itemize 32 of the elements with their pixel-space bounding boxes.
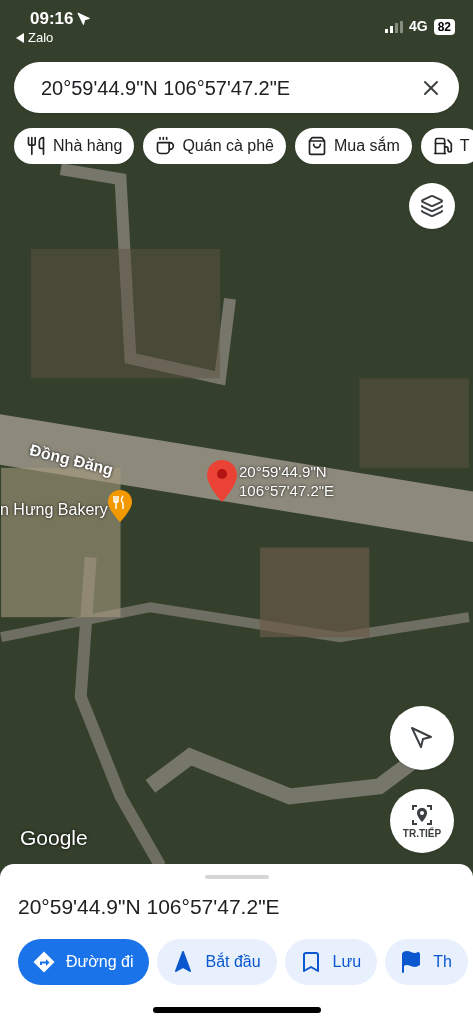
category-chip[interactable]: T (420, 128, 473, 164)
fork-knife-icon (26, 136, 46, 156)
map-attribution: Google (20, 825, 88, 851)
street-label: Đồng Đăng (27, 440, 116, 481)
pin-coordinate-label: 106°57'47.2"E (239, 481, 335, 500)
location-arrow-icon (77, 12, 92, 26)
restaurant-pin-icon (108, 490, 132, 522)
sheet-title: 20°59'44.9"N 106°57'47.2"E (18, 894, 281, 920)
sheet-handle[interactable] (204, 875, 269, 879)
action-button[interactable]: Bắt đầu (157, 938, 277, 985)
pin-coordinate-label: 20°59'44.9"N (239, 462, 328, 481)
network-label: 4G (408, 17, 428, 36)
category-chip[interactable]: Quán cà phê (143, 128, 286, 164)
shopping-bag-icon (307, 136, 327, 156)
directions-icon (32, 949, 56, 974)
action-button[interactable]: Lưu (284, 938, 378, 985)
cup-icon (155, 136, 176, 156)
framed-pin-icon (410, 802, 434, 827)
action-button[interactable]: Đường đi (18, 938, 150, 985)
category-chip[interactable]: Mua sắm (295, 128, 412, 164)
signal-icon (384, 20, 403, 33)
layers-icon (420, 194, 444, 218)
place-label: n Hưng Bakery (0, 500, 108, 520)
category-chip[interactable]: Nhà hàng (14, 128, 135, 164)
navigation-arrow-icon (410, 726, 434, 750)
fuel-pump-icon (432, 136, 453, 156)
search-field[interactable]: 20°59'44.9"N 106°57'47.2"E (14, 62, 459, 113)
back-to-app-link[interactable]: Zalo (16, 30, 92, 46)
back-triangle-icon (16, 33, 24, 43)
location-pin-icon (207, 460, 237, 502)
status-time: 09:16 (30, 8, 74, 30)
action-button[interactable]: Th (385, 938, 468, 985)
